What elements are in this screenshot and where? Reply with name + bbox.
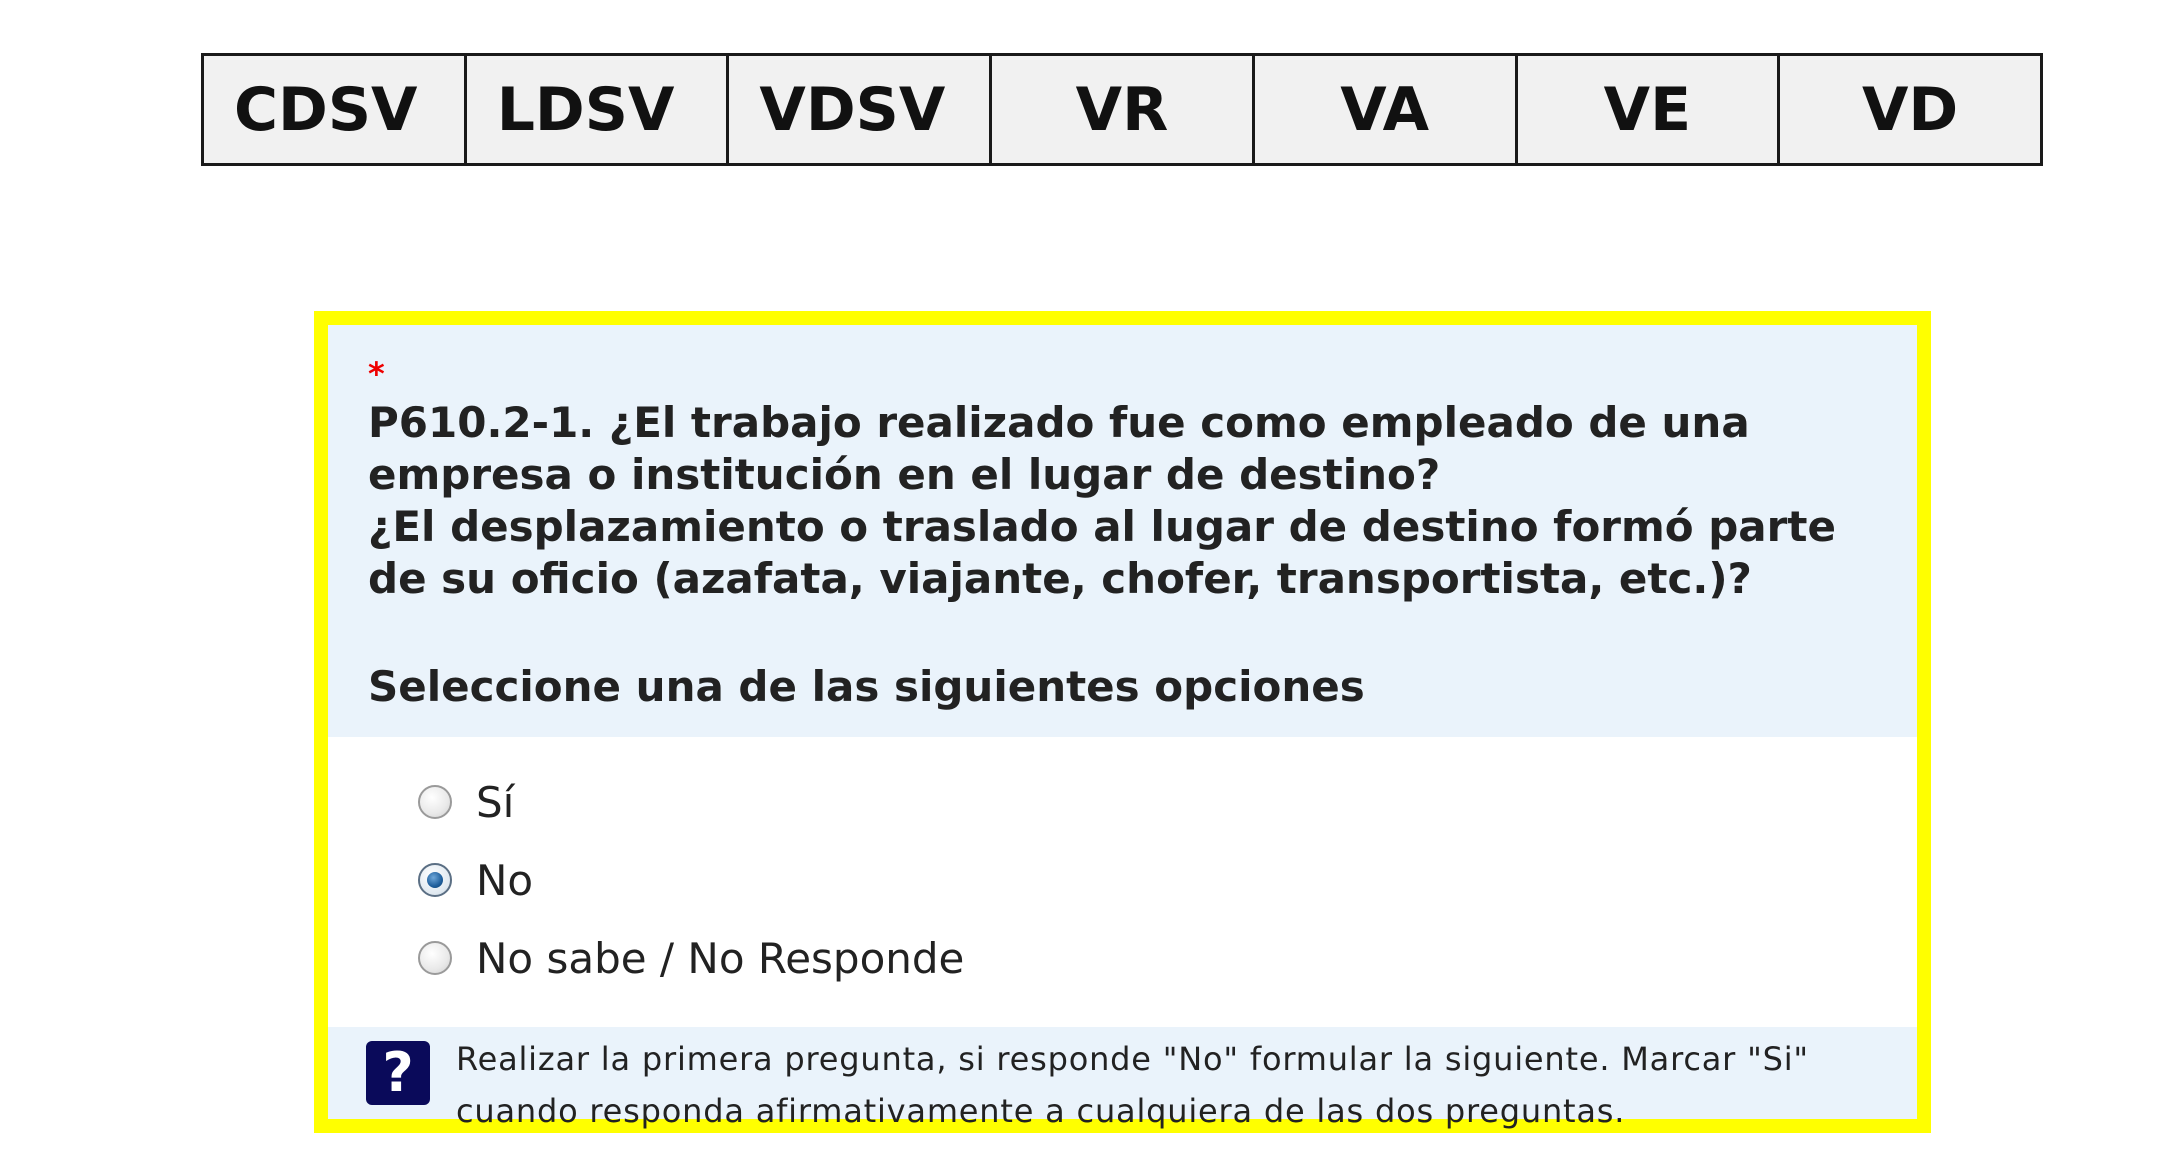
help-row: ? Realizar la primera pregunta, si respo… [328,1027,1917,1130]
tab-ldsv[interactable]: LDSV [463,53,730,166]
question-header: * P610.2-1. ¿El trabajo realizado fue co… [328,325,1917,737]
tab-bar: CDSV LDSV VDSV VR VA VE VD [201,53,2043,166]
radio-si[interactable] [418,785,452,819]
tab-vd[interactable]: VD [1777,53,2043,166]
tab-vdsv[interactable]: VDSV [726,53,993,166]
option-label-ns-nr: No sabe / No Responde [476,933,965,983]
option-label-si: Sí [476,777,515,827]
question-text-1: P610.2-1. ¿El trabajo realizado fue como… [368,398,1750,499]
option-no[interactable]: No [418,841,1917,919]
help-icon[interactable]: ? [366,1041,430,1105]
question-text-2: ¿El desplazamiento o traslado al lugar d… [368,502,1836,603]
tab-va[interactable]: VA [1251,53,1518,166]
tab-vr[interactable]: VR [989,53,1255,166]
option-si[interactable]: Sí [418,763,1917,841]
tab-cdsv[interactable]: CDSV [201,53,467,166]
radio-ns-nr[interactable] [418,941,452,975]
required-mark: * [368,355,385,393]
tab-ve[interactable]: VE [1514,53,1781,166]
answer-options: Sí No No sabe / No Responde [328,737,1917,1013]
option-ns-nr[interactable]: No sabe / No Responde [418,919,1917,997]
help-text: Realizar la primera pregunta, si respond… [456,1040,1809,1130]
question-card: * P610.2-1. ¿El trabajo realizado fue co… [314,311,1931,1133]
option-label-no: No [476,855,534,905]
radio-no[interactable] [418,863,452,897]
question-instruction: Seleccione una de las siguientes opcione… [368,662,1365,711]
tab-row: CDSV LDSV VDSV VR VA VE VD [201,53,2043,166]
